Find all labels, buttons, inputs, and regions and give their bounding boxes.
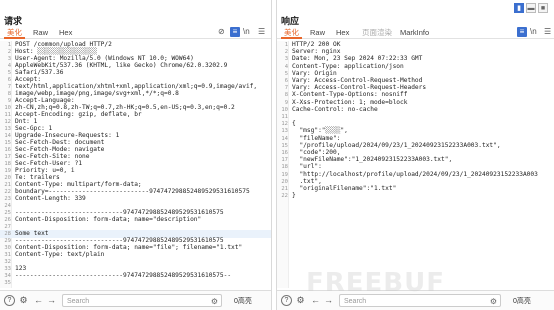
forward-arrow-icon[interactable]: →: [323, 295, 334, 306]
menu-icon[interactable]: ☰: [258, 27, 265, 37]
request-toolbar: ⊘ ≡ \n ☰: [218, 27, 270, 37]
request-search-input[interactable]: Search ⚙: [62, 294, 222, 307]
forward-arrow-icon[interactable]: →: [46, 295, 57, 306]
response-editor[interactable]: 1 HTTP/2 200 OK 2 Server: nginx 3 Date: Mon, …: [277, 41, 554, 288]
line-number: 22: [281, 193, 288, 200]
response-tab-markinfo[interactable]: MarkInfo: [397, 27, 432, 39]
search-placeholder: Search: [344, 298, 367, 305]
newline-icon[interactable]: \n: [243, 27, 250, 37]
response-tab-pretty[interactable]: 美化: [281, 27, 302, 39]
newline-icon[interactable]: \n: [530, 27, 537, 37]
settings-gear-icon[interactable]: ⚙: [18, 295, 29, 306]
request-tab-hex[interactable]: Hex: [56, 27, 75, 39]
request-editor[interactable]: 1 POST /common/upload HTTP/2 2 Host: ░░░░░░…: [0, 41, 271, 288]
code-line[interactable]: 35: [0, 279, 271, 287]
search-options-gear-icon[interactable]: ⚙: [211, 296, 218, 307]
list-icon[interactable]: ≡: [517, 27, 527, 37]
response-tab-raw[interactable]: Raw: [307, 27, 328, 39]
split-horizontal-icon[interactable]: ▮: [514, 3, 524, 13]
layout-toggle: ▮ ▬ ■: [514, 3, 550, 14]
search-options-gear-icon[interactable]: ⚙: [490, 296, 497, 307]
request-pane: 请求 美化 Raw Hex ⊘ ≡ \n ☰ 1 POST /common/upl…: [0, 0, 272, 310]
response-tab-render[interactable]: 页面渲染: [359, 27, 395, 39]
eye-off-icon[interactable]: ⊘: [218, 27, 225, 37]
line-text: }: [292, 192, 296, 200]
line-number: 35: [4, 280, 11, 286]
back-arrow-icon[interactable]: ←: [33, 295, 44, 306]
response-footer: ? ⚙ ← → Search ⚙ 0高亮: [277, 290, 554, 310]
response-tabs: 美化 Raw Hex 页面渲染 MarkInfo: [277, 25, 554, 39]
request-highlight-count: 0高亮: [234, 298, 252, 305]
request-tab-pretty[interactable]: 美化: [4, 27, 25, 39]
menu-icon[interactable]: ☰: [544, 27, 551, 37]
help-icon[interactable]: ?: [4, 295, 15, 306]
response-toolbar: ≡ \n ☰: [517, 27, 553, 37]
search-placeholder: Search: [67, 298, 90, 305]
single-pane-icon[interactable]: ■: [538, 3, 548, 13]
list-icon[interactable]: ≡: [230, 27, 240, 37]
request-footer: ? ⚙ ← → Search ⚙ 0高亮: [0, 290, 271, 310]
response-tab-hex[interactable]: Hex: [333, 27, 352, 39]
response-pane: ▮ ▬ ■ 响应 美化 Raw Hex 页面渲染 MarkInfo ≡ \n ☰…: [276, 0, 554, 310]
request-tab-raw[interactable]: Raw: [30, 27, 51, 39]
response-search-input[interactable]: Search ⚙: [339, 294, 501, 307]
code-line[interactable]: 22}: [277, 192, 554, 200]
response-highlight-count: 0高亮: [513, 298, 531, 305]
back-arrow-icon[interactable]: ←: [310, 295, 321, 306]
help-icon[interactable]: ?: [281, 295, 292, 306]
split-vertical-icon[interactable]: ▬: [526, 3, 536, 13]
settings-gear-icon[interactable]: ⚙: [295, 295, 306, 306]
